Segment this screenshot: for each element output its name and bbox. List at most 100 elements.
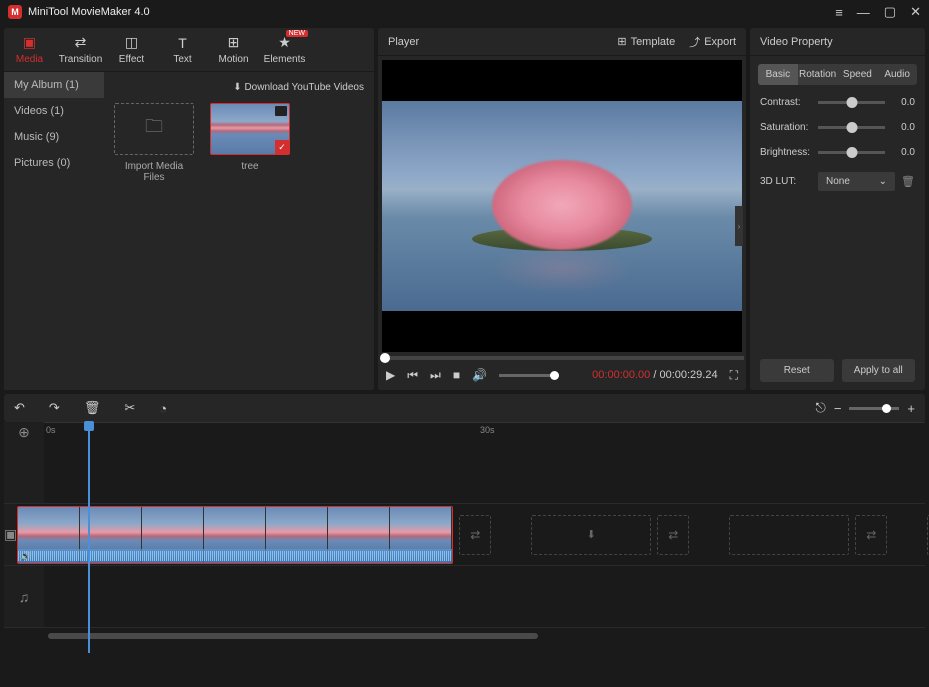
tab-motion[interactable]: ⊞ Motion xyxy=(208,28,259,71)
timeline-scrollbar[interactable] xyxy=(4,632,925,640)
delete-button[interactable]: 🗑 xyxy=(84,400,101,416)
media-clip-tree[interactable]: ✓ tree xyxy=(210,103,290,183)
folder-icon: ▣ xyxy=(23,34,36,51)
export-icon: ⤴ xyxy=(689,34,700,50)
zoom-out-button[interactable]: − xyxy=(834,401,842,416)
tab-elements-label: Elements xyxy=(264,54,306,65)
tab-media[interactable]: ▣ Media xyxy=(4,28,55,71)
stop-button[interactable]: ■ xyxy=(453,368,460,382)
motion-icon: ⊞ xyxy=(228,34,240,51)
volume-icon[interactable]: 🔊 xyxy=(472,368,487,382)
next-frame-button[interactable]: ⏭ xyxy=(430,368,441,383)
player-viewport: › xyxy=(382,60,742,352)
media-panel: ▣ Media ⇄ Transition ◫ Effect T Text ⊞ M… xyxy=(4,28,374,390)
maximize-button[interactable]: ▢ xyxy=(884,4,896,20)
transition-slot[interactable]: ⇄ xyxy=(657,515,689,555)
expand-properties-button[interactable]: › xyxy=(735,206,743,246)
sidebar-pictures[interactable]: Pictures (0) xyxy=(4,150,104,176)
tab-media-label: Media xyxy=(16,54,43,65)
sidebar-album[interactable]: My Album (1) xyxy=(4,72,104,98)
zoom-in-button[interactable]: + xyxy=(907,401,915,416)
audio-options-icon[interactable]: ⎋ xyxy=(816,400,826,416)
lut-select[interactable]: None ⌄ xyxy=(818,172,895,191)
timeline-ruler[interactable]: ⊕ 0s 30s xyxy=(4,422,925,442)
tab-text[interactable]: T Text xyxy=(157,28,208,71)
player-panel: Player ⊞Template ⤴Export › ▶ ⏮ ⏭ ■ xyxy=(378,28,746,390)
new-badge: NEW xyxy=(286,30,308,37)
brightness-label: Brightness: xyxy=(760,147,812,158)
minimize-button[interactable]: — xyxy=(857,5,870,20)
transition-slot[interactable]: ⇄ xyxy=(459,515,491,555)
property-panel: Video Property Basic Rotation Speed Audi… xyxy=(750,28,925,390)
zoom-slider[interactable] xyxy=(849,407,899,410)
tick-0: 0s xyxy=(46,425,56,435)
video-track-icon: ▣ xyxy=(4,526,17,543)
seek-bar[interactable] xyxy=(380,356,744,360)
playhead[interactable] xyxy=(88,423,90,653)
video-clip[interactable]: 🔊 xyxy=(17,506,453,564)
redo-button[interactable]: ↷ xyxy=(49,400,60,416)
video-track: ▣ 🔊 ⇄ ⬇ ⇄ ⇄ xyxy=(4,504,925,566)
overlay-track-body[interactable] xyxy=(44,442,925,503)
download-icon: ⬇ xyxy=(233,82,241,93)
tab-effect[interactable]: ◫ Effect xyxy=(106,28,157,71)
audio-track-body[interactable] xyxy=(44,566,925,627)
check-icon: ✓ xyxy=(275,140,289,154)
transition-slot[interactable]: ⇄ xyxy=(855,515,887,555)
prev-frame-button[interactable]: ⏮ xyxy=(407,368,418,383)
tab-elements[interactable]: NEW ★ Elements xyxy=(259,28,310,71)
prop-tab-speed[interactable]: Speed xyxy=(838,64,878,85)
download-youtube-link[interactable]: ⬇ Download YouTube Videos xyxy=(114,78,364,103)
close-button[interactable]: ✕ xyxy=(910,4,921,20)
drop-slot[interactable]: ⬇ xyxy=(531,515,651,555)
saturation-label: Saturation: xyxy=(760,122,812,133)
chevron-down-icon: ⌄ xyxy=(879,176,887,187)
drop-slot[interactable] xyxy=(729,515,849,555)
apply-all-button[interactable]: Apply to all xyxy=(842,359,916,382)
volume-slider[interactable] xyxy=(499,374,559,377)
prop-tab-basic[interactable]: Basic xyxy=(758,64,798,85)
add-track-icon[interactable]: ⊕ xyxy=(18,424,30,441)
contrast-slider[interactable] xyxy=(818,101,885,104)
template-button[interactable]: ⊞Template xyxy=(617,34,675,50)
prop-tab-rotation[interactable]: Rotation xyxy=(798,64,838,85)
sidebar-videos[interactable]: Videos (1) xyxy=(4,98,104,124)
contrast-value: 0.0 xyxy=(891,97,915,108)
scrollbar-thumb[interactable] xyxy=(48,633,538,639)
lut-delete-icon[interactable]: 🗑 xyxy=(901,175,915,188)
fullscreen-button[interactable]: ⛶ xyxy=(730,368,738,383)
speed-button[interactable]: ◔ xyxy=(159,401,167,416)
contrast-label: Contrast: xyxy=(760,97,812,108)
play-button[interactable]: ▶ xyxy=(386,368,395,382)
title-bar: M MiniTool MovieMaker 4.0 ≡ — ▢ ✕ xyxy=(0,0,929,24)
saturation-value: 0.0 xyxy=(891,122,915,133)
tab-transition[interactable]: ⇄ Transition xyxy=(55,28,106,71)
import-media-button[interactable]: 🗀 Import Media Files xyxy=(114,103,194,183)
timeline-toolbar: ↶ ↷ 🗑 ✂ ◔ ⎋ − + xyxy=(4,394,925,422)
current-time: 00:00:00.00 xyxy=(592,369,650,381)
reset-button[interactable]: Reset xyxy=(760,359,834,382)
transition-icon: ⇄ xyxy=(75,34,87,51)
undo-button[interactable]: ↶ xyxy=(14,400,25,416)
text-icon: T xyxy=(178,35,187,51)
overlay-track xyxy=(4,442,925,504)
folder-plus-icon: 🗀 xyxy=(145,114,163,144)
property-title: Video Property xyxy=(750,28,925,56)
menu-icon[interactable]: ≡ xyxy=(835,5,843,20)
clip-volume-icon[interactable]: 🔊 xyxy=(20,551,31,562)
app-logo-icon: M xyxy=(8,5,22,19)
import-label: Import Media Files xyxy=(114,161,194,183)
video-type-icon xyxy=(275,106,287,116)
saturation-slider[interactable] xyxy=(818,126,885,129)
media-sidebar: My Album (1) Videos (1) Music (9) Pictur… xyxy=(4,72,104,390)
template-icon: ⊞ xyxy=(617,35,626,48)
export-button[interactable]: ⤴Export xyxy=(689,34,736,50)
sidebar-music[interactable]: Music (9) xyxy=(4,124,104,150)
brightness-value: 0.0 xyxy=(891,147,915,158)
prop-tab-audio[interactable]: Audio xyxy=(877,64,917,85)
tab-effect-label: Effect xyxy=(119,54,144,65)
brightness-slider[interactable] xyxy=(818,151,885,154)
video-track-body[interactable]: 🔊 ⇄ ⬇ ⇄ ⇄ xyxy=(17,504,929,565)
split-button[interactable]: ✂ xyxy=(124,400,135,416)
app-title: MiniTool MovieMaker 4.0 xyxy=(28,6,150,18)
